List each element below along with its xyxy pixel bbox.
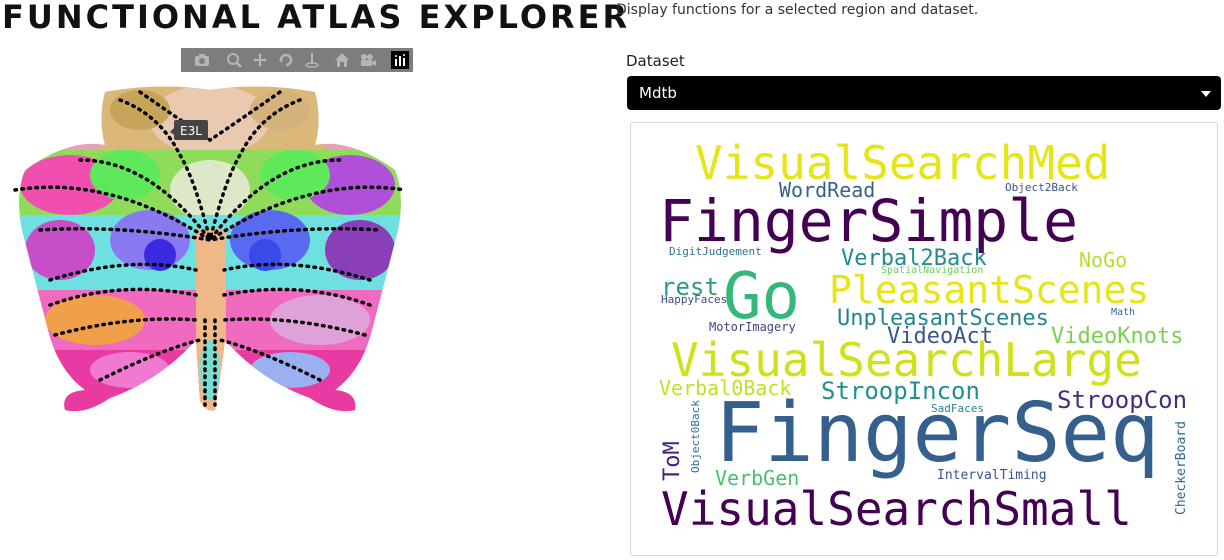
word: Math (1111, 307, 1135, 318)
pan-icon[interactable] (251, 51, 269, 69)
chevron-down-icon (1201, 91, 1211, 97)
home-icon[interactable] (333, 51, 351, 69)
plot-toolbar (181, 48, 413, 72)
word: ToM (660, 441, 685, 481)
word: HappyFaces (661, 293, 727, 306)
dataset-label: Dataset (626, 52, 685, 70)
dataset-dropdown[interactable]: Mdtb (627, 76, 1221, 110)
orbit-rotate-icon[interactable] (277, 51, 295, 69)
function-wordcloud: VisualSearchMed WordRead Object2Back Fin… (630, 122, 1218, 556)
hover-label: E3L (180, 124, 202, 138)
video-camera-icon[interactable] (359, 51, 377, 69)
plotly-logo-icon[interactable] (391, 51, 409, 69)
word: IntervalTiming (937, 468, 1047, 483)
region-hover-tooltip: E3L (170, 120, 208, 140)
word: CheckerBoard (1174, 421, 1189, 515)
dataset-selected-value: Mdtb (639, 84, 677, 102)
cerebellum-flatmap[interactable]: E3L (10, 80, 410, 425)
wordcloud-canvas: VisualSearchMed WordRead Object2Back Fin… (659, 136, 1189, 536)
flatmap-regions (19, 86, 401, 412)
app-title: FUNCTIONAL ATLAS EXPLORER (2, 0, 631, 36)
word: MotorImagery (709, 320, 796, 334)
word: Object0Back (689, 400, 702, 473)
camera-icon[interactable] (193, 51, 211, 69)
word: VisualSearchSmall (661, 482, 1132, 536)
zoom-icon[interactable] (225, 51, 243, 69)
word: DigitJudgement (669, 245, 762, 258)
app-subtitle: Display functions for a selected region … (616, 2, 979, 18)
turntable-icon[interactable] (303, 51, 321, 69)
